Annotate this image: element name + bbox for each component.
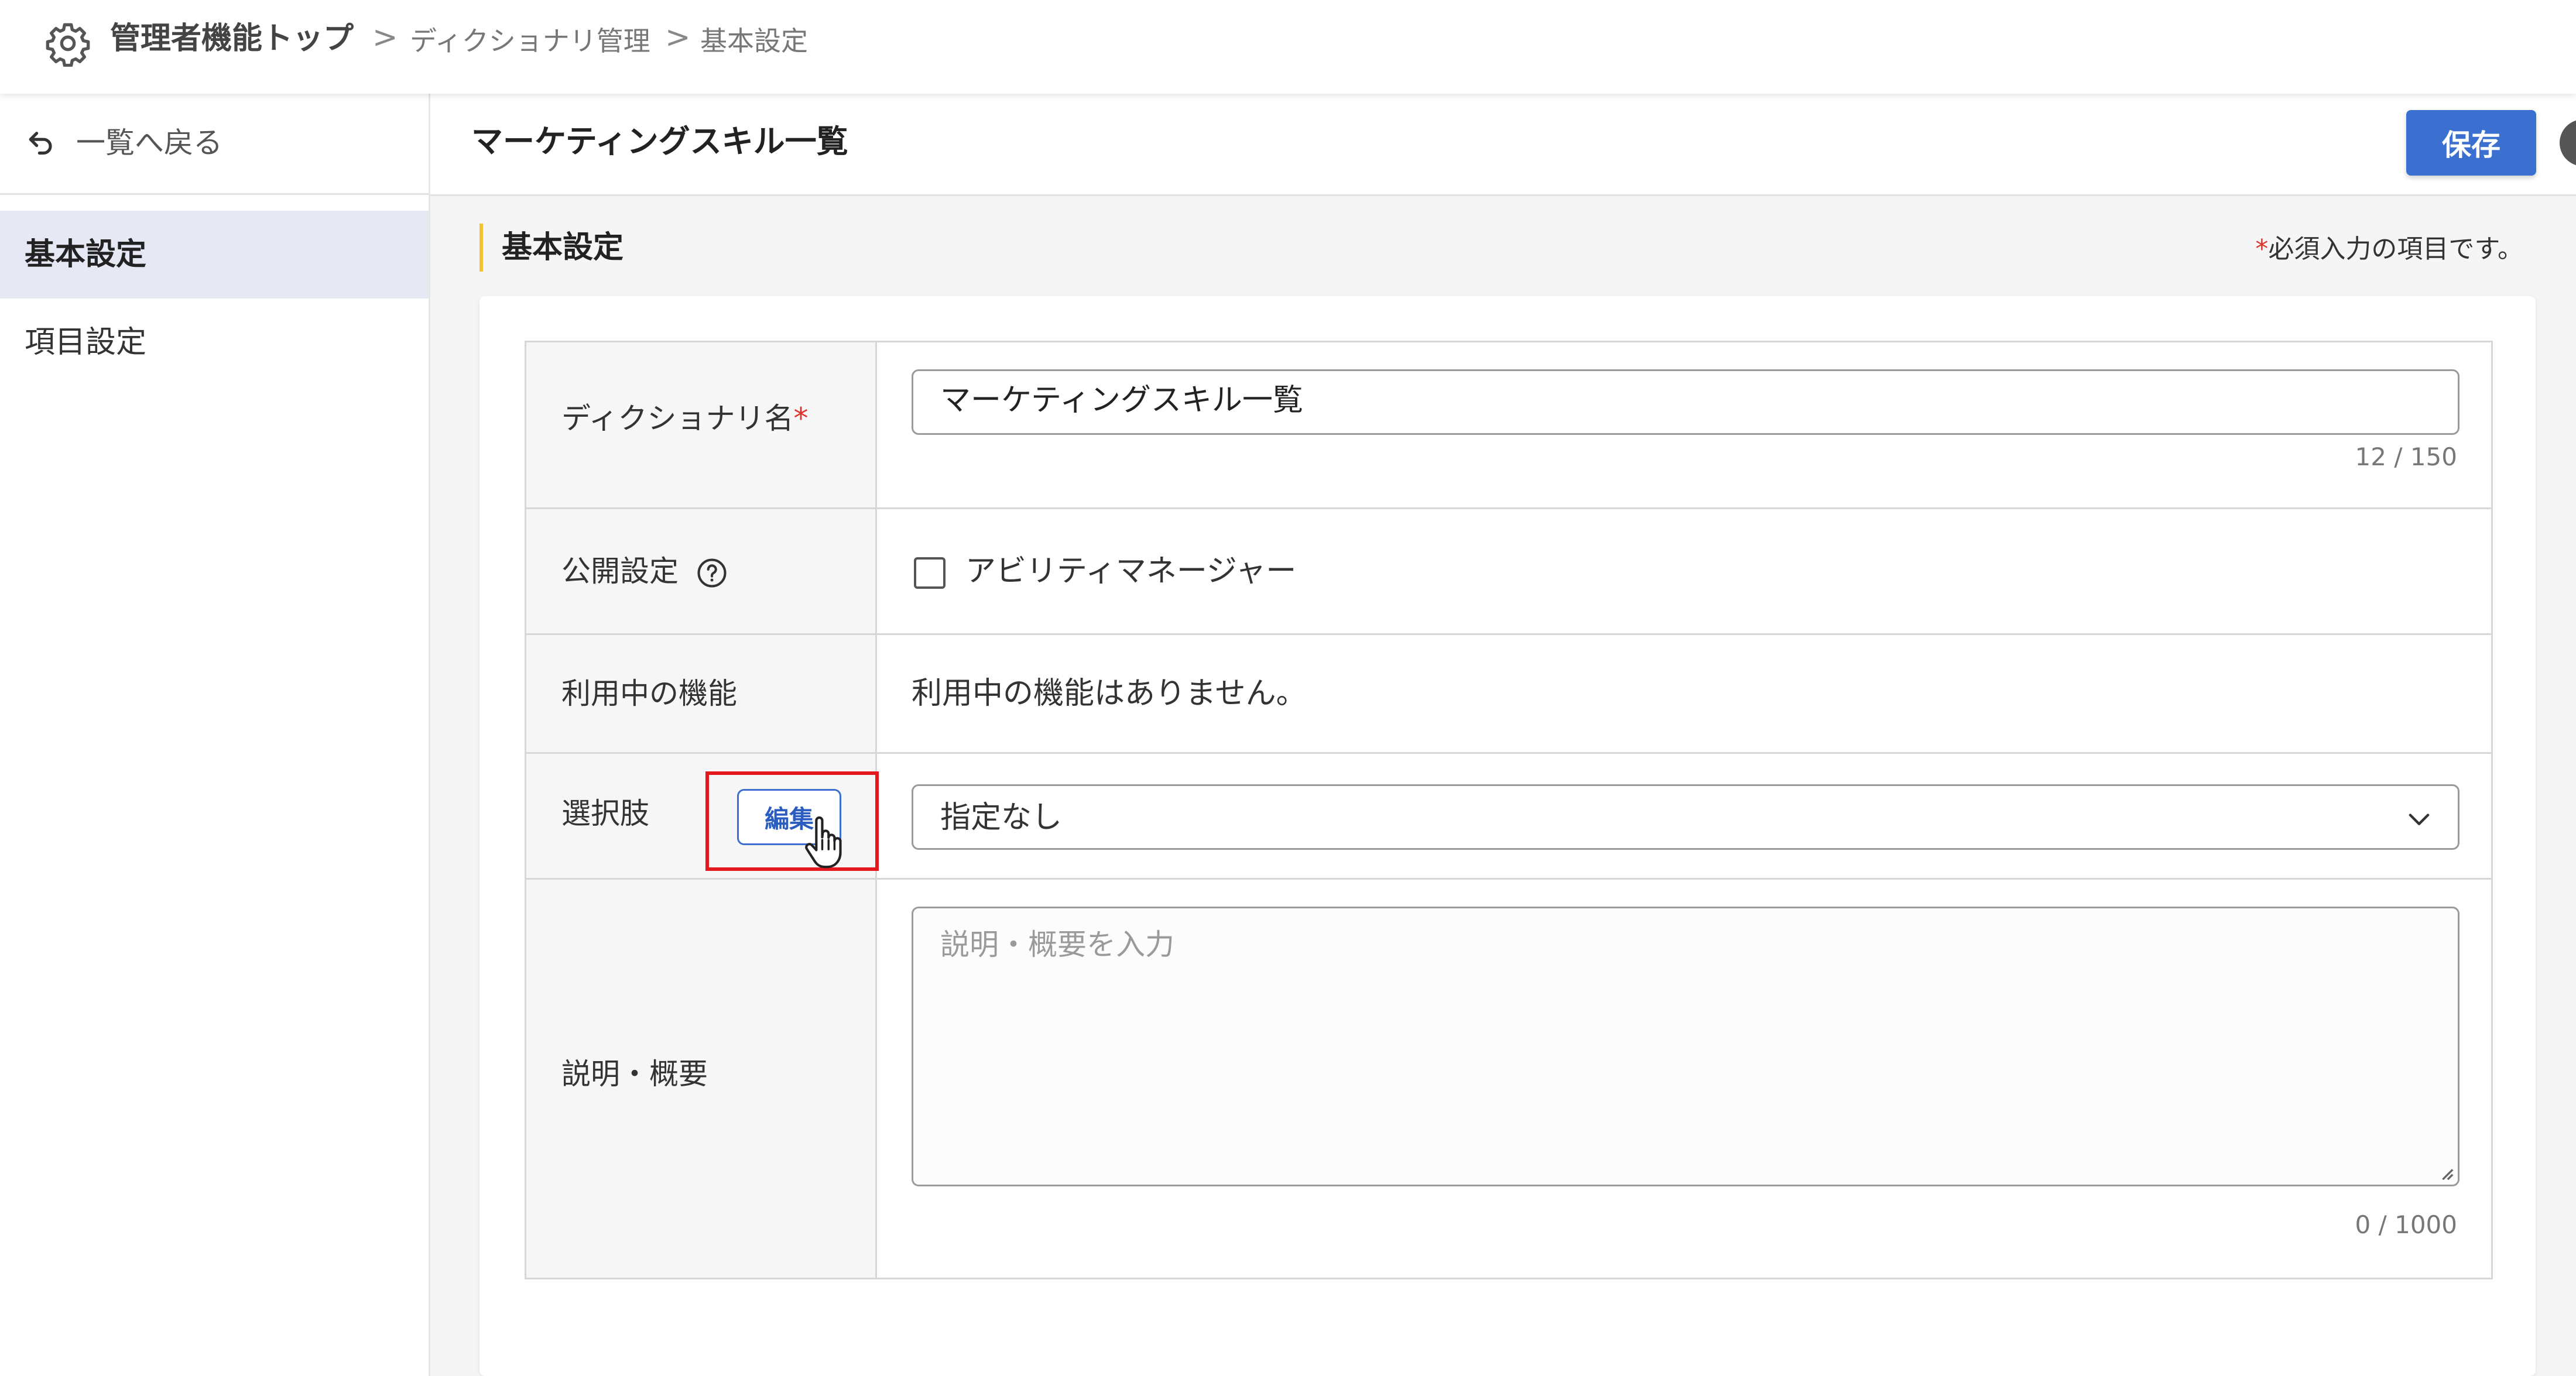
required-star: * bbox=[2255, 234, 2269, 264]
in-use-features-value: 利用中の機能はありません。 bbox=[912, 676, 1307, 711]
sidebar-item-field-settings[interactable]: 項目設定 bbox=[0, 298, 429, 386]
back-to-list-link[interactable]: 一覧へ戻る bbox=[0, 94, 429, 195]
help-circle-icon[interactable] bbox=[696, 557, 728, 589]
breadcrumb-current: 基本設定 bbox=[700, 25, 808, 57]
breadcrumb-separator: > bbox=[665, 20, 691, 55]
row-in-use-features: 利用中の機能 利用中の機能はありません。 bbox=[526, 635, 2491, 752]
section-title: 基本設定 bbox=[479, 224, 624, 272]
undo-arrow-icon bbox=[29, 132, 52, 155]
app-root: 管理者機能トップ > ディクショナリ管理 > 基本設定 一覧へ戻る 基本設定 項… bbox=[0, 0, 2576, 1376]
save-button[interactable]: 保存 bbox=[2406, 110, 2536, 176]
gear-icon[interactable] bbox=[44, 20, 91, 67]
dictionary-name-input[interactable]: マーケティングスキル一覧 bbox=[912, 369, 2459, 435]
back-to-list-label: 一覧へ戻る bbox=[76, 126, 222, 160]
description-textarea[interactable]: 説明・概要を入力 bbox=[912, 907, 2459, 1186]
settings-card: ディクショナリ名* マーケティングスキル一覧 12 / 150 公開設定 アビリ… bbox=[479, 296, 2536, 1376]
dictionary-name-label: ディクショナリ名* bbox=[561, 400, 809, 437]
settings-form-table: ディクショナリ名* マーケティングスキル一覧 12 / 150 公開設定 アビリ… bbox=[525, 341, 2493, 1279]
description-placeholder: 説明・概要を入力 bbox=[940, 928, 1174, 962]
ability-manager-label[interactable]: アビリティマネージャー bbox=[965, 553, 1296, 590]
description-counter: 0 / 1000 bbox=[2355, 1210, 2457, 1239]
in-use-features-label: 利用中の機能 bbox=[561, 677, 737, 711]
breadcrumb-separator: > bbox=[372, 20, 398, 55]
sidebar-item-basic-settings[interactable]: 基本設定 bbox=[0, 211, 429, 298]
required-note: *必須入力の項目です。 bbox=[2255, 232, 2523, 267]
row-visibility: 公開設定 アビリティマネージャー bbox=[526, 509, 2491, 633]
main-content: マーケティングスキル一覧 保存 基本設定 *必須入力の項目です。 ディクショナリ… bbox=[430, 94, 2576, 1376]
choices-label: 選択肢 bbox=[561, 797, 649, 831]
ability-manager-checkbox[interactable] bbox=[914, 557, 946, 589]
row-dictionary-name: ディクショナリ名* マーケティングスキル一覧 12 / 150 bbox=[526, 342, 2491, 507]
row-choices: 選択肢 編集 指定なし bbox=[526, 754, 2491, 878]
breadcrumb-admin-top[interactable]: 管理者機能トップ bbox=[110, 21, 354, 56]
visibility-label: 公開設定 bbox=[561, 554, 679, 588]
user-avatar[interactable] bbox=[2560, 119, 2576, 166]
dictionary-name-label-text: ディクショナリ名 bbox=[561, 402, 794, 435]
sidebar: 一覧へ戻る 基本設定 項目設定 bbox=[0, 94, 430, 1376]
choices-select-value: 指定なし bbox=[940, 800, 1063, 835]
hand-cursor-icon bbox=[805, 816, 842, 869]
description-label: 説明・概要 bbox=[561, 1057, 708, 1091]
row-description: 説明・概要 説明・概要を入力 0 / 1000 bbox=[526, 880, 2491, 1278]
required-note-text: 必須入力の項目です。 bbox=[2268, 234, 2523, 264]
dictionary-name-counter: 12 / 150 bbox=[2355, 442, 2457, 471]
page-title: マーケティングスキル一覧 bbox=[471, 123, 848, 160]
required-star: * bbox=[793, 402, 809, 435]
resize-grip-icon[interactable] bbox=[2438, 1165, 2454, 1181]
title-bar: マーケティングスキル一覧 保存 bbox=[430, 94, 2576, 196]
top-header: 管理者機能トップ > ディクショナリ管理 > 基本設定 bbox=[0, 0, 2576, 94]
breadcrumb-dictionary-management[interactable]: ディクショナリ管理 bbox=[410, 23, 650, 59]
chevron-down-icon bbox=[2409, 814, 2430, 825]
choices-select[interactable]: 指定なし bbox=[912, 784, 2459, 850]
